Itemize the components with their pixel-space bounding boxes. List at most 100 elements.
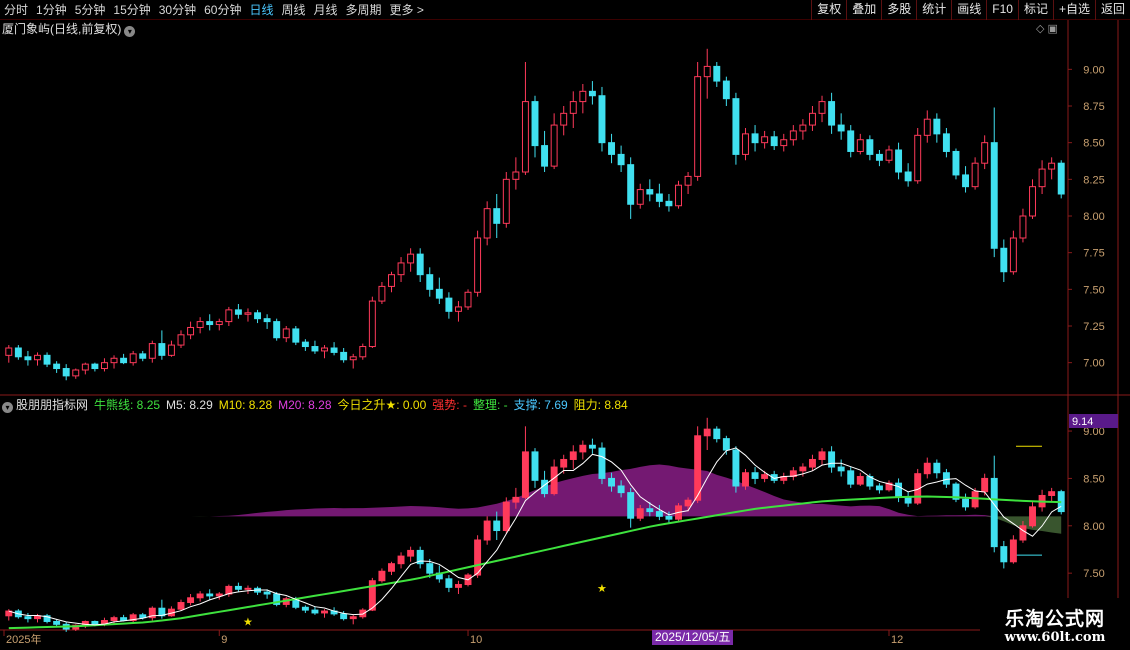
candle-body	[445, 297, 453, 312]
time-tick-label: 2025年	[6, 632, 41, 646]
indicator-value: 强势: -	[432, 398, 467, 412]
ind-candle-body	[1000, 546, 1008, 563]
candle-body	[990, 142, 998, 249]
indicator-value: M5: 8.29	[166, 398, 213, 412]
maximize-icon[interactable]: ▣	[1048, 23, 1058, 35]
ind-candle-body	[263, 591, 271, 595]
panel-window-icons[interactable]: ◇ ▣	[1036, 22, 1058, 35]
watermark: 乐淘公式网 www.60lt.com	[980, 598, 1130, 650]
candle-body	[1048, 162, 1056, 170]
candle-body	[397, 262, 405, 276]
star-signal-icon: ★	[243, 616, 253, 628]
price-tick-label: 7.75	[1083, 248, 1104, 260]
candle-body	[713, 65, 721, 82]
current-value-text: 9.14	[1072, 416, 1093, 428]
candle-body	[904, 171, 912, 182]
price-tick-label: 7.50	[1083, 284, 1104, 296]
ind-candle-body	[91, 620, 99, 625]
candle-body	[340, 351, 348, 361]
ind-candle-body	[646, 508, 654, 513]
candle-body	[885, 149, 893, 161]
time-tick-label: 10	[470, 634, 482, 646]
candle-body	[588, 90, 596, 97]
candle-body	[254, 312, 262, 320]
candle-body	[971, 162, 979, 188]
candle-body	[158, 343, 166, 356]
ind-candle-body	[53, 620, 61, 625]
time-tick-label: 9	[221, 634, 227, 646]
price-tick-label: 8.50	[1083, 138, 1104, 150]
candle-body	[866, 139, 874, 155]
candle-body	[292, 328, 300, 343]
chevron-down-icon[interactable]: ▾	[2, 402, 13, 413]
current-date-label: 2025/12/05/五	[652, 630, 734, 645]
indicator-name: 股朋朋指标网	[16, 398, 89, 412]
candle-body	[818, 101, 826, 114]
ind-candle-body	[1019, 525, 1027, 541]
candle-body	[167, 344, 175, 356]
ind-candle-body	[818, 451, 826, 460]
ind-candle-body	[340, 613, 348, 620]
indicator-value: 阻力: 8.84	[573, 398, 628, 412]
chart-canvas[interactable]: 9.008.758.508.258.007.757.507.257.009.00…	[0, 0, 1130, 650]
ind-candle-body	[569, 451, 577, 460]
candle-body	[129, 353, 137, 364]
indicator-tick-label: 8.50	[1083, 473, 1104, 485]
candle-body	[981, 142, 989, 164]
ind-candle-body	[617, 485, 625, 494]
candle-body	[684, 175, 692, 186]
candle-body	[952, 150, 960, 176]
diamond-icon[interactable]: ◇	[1036, 23, 1044, 35]
main-panel-header: 厦门象屿(日线,前复权) ▾	[2, 21, 138, 37]
candle-body	[148, 343, 156, 359]
chevron-down-icon[interactable]: ▾	[124, 26, 136, 37]
ind-candle-body	[684, 499, 692, 507]
watermark-url: www.60lt.com	[1004, 630, 1106, 645]
ind-candle-body	[24, 616, 32, 620]
candle-body	[521, 101, 529, 173]
ind-candle-body	[588, 444, 596, 449]
candle-body	[541, 145, 549, 167]
candle-body	[120, 357, 128, 364]
candle-body	[942, 133, 950, 152]
candle-body	[139, 353, 147, 359]
ind-candle-body	[990, 477, 998, 548]
candle-body	[627, 164, 635, 205]
ind-candle-body	[502, 501, 510, 532]
ind-candle-body	[531, 451, 539, 481]
candle-body	[483, 208, 491, 239]
candle-body	[72, 369, 80, 377]
ind-candle-body	[378, 570, 386, 582]
ind-candle-body	[751, 472, 759, 479]
candle-body	[62, 368, 70, 377]
price-tick-label: 9.00	[1083, 64, 1104, 76]
ind-candle-body	[110, 617, 118, 622]
ind-candle-body	[1048, 491, 1056, 496]
ind-candle-body	[1009, 539, 1017, 563]
candle-body	[34, 354, 41, 361]
candle-body	[1029, 186, 1036, 217]
ind-candle-body	[962, 498, 970, 508]
ind-candle-body	[808, 458, 816, 468]
price-tick-label: 8.00	[1083, 211, 1104, 223]
indicator-value: 支撑: 7.69	[513, 398, 568, 412]
indicator-tick-label: 8.00	[1083, 521, 1104, 533]
ind-candle-body	[895, 482, 903, 498]
ind-candle-body	[445, 578, 453, 588]
candle-body	[100, 362, 108, 370]
candle-body	[780, 139, 788, 147]
candle-body	[837, 124, 845, 132]
candle-body	[53, 363, 61, 370]
candle-body	[215, 321, 223, 326]
ind-candle-body	[856, 476, 864, 485]
indicator-value: M20: 8.28	[278, 398, 332, 412]
indicator-tick-label: 7.50	[1083, 568, 1104, 580]
price-tick-label: 8.25	[1083, 174, 1104, 186]
candle-body	[1057, 162, 1065, 195]
ind-candle-body	[311, 609, 319, 614]
candle-body	[426, 274, 434, 290]
candle-body	[531, 101, 539, 147]
candle-body	[196, 321, 204, 328]
candle-body	[722, 80, 730, 100]
weakness-area	[8, 516, 1062, 534]
